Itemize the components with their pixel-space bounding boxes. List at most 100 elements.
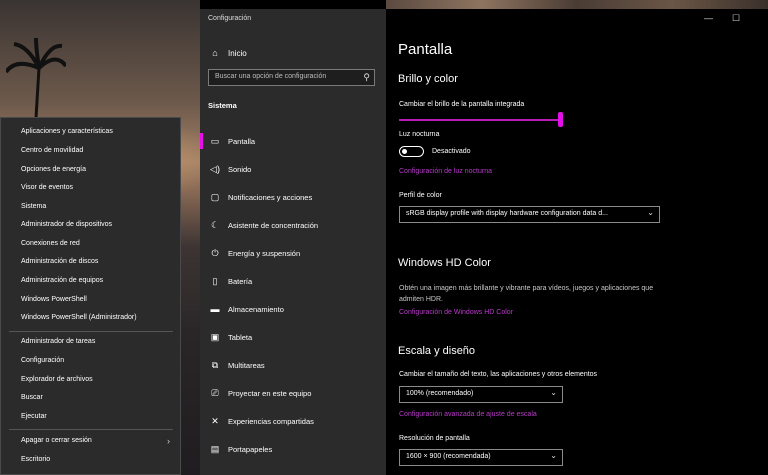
settings-search-input[interactable]: Buscar una opción de configuración ⚲ — [208, 69, 375, 86]
menu-item-file-explorer[interactable]: Explorador de archivos — [21, 371, 93, 389]
sidebar-item-7[interactable]: ▣ Tableta — [200, 323, 386, 351]
search-placeholder: Buscar una opción de configuración — [215, 73, 327, 80]
color-profile-dropdown[interactable]: sRGB display profile with display hardwa… — [399, 206, 660, 223]
sidebar-item-0[interactable]: ▭ Pantalla — [200, 127, 386, 155]
menu-item-run[interactable]: Ejecutar — [21, 408, 47, 426]
brightness-slider-track[interactable] — [399, 119, 561, 121]
scale-dropdown[interactable]: 100% (recomendado) ⌄ — [399, 386, 563, 403]
menu-separator — [9, 429, 173, 430]
night-light-toggle[interactable] — [399, 146, 424, 157]
nav-home-label: Inicio — [228, 48, 247, 58]
menu-item-shutdown-label: Apagar o cerrar sesión — [21, 437, 92, 444]
sidebar-item-label: Proyectar en este equipo — [228, 388, 312, 398]
menu-item-settings[interactable]: Configuración — [21, 352, 64, 370]
advanced-scaling-link[interactable]: Configuración avanzada de ajuste de esca… — [399, 411, 537, 418]
moon-icon: ☾ — [210, 219, 220, 230]
sidebar-item-4[interactable]: ⏻ Energía y suspensión — [200, 239, 386, 267]
scale-label: Cambiar el tamaño del texto, las aplicac… — [399, 371, 598, 378]
sidebar-item-label: Sonido — [228, 164, 252, 174]
menu-item-desktop[interactable]: Escritorio — [21, 451, 50, 469]
night-light-label: Luz nocturna — [399, 131, 440, 138]
night-light-state: Desactivado — [432, 148, 471, 155]
power-icon: ⏻ — [211, 247, 219, 258]
hd-color-settings-link[interactable]: Configuración de Windows HD Color — [399, 309, 513, 316]
storage-icon: ▬ — [210, 304, 220, 314]
shared-icon: ✕ — [211, 415, 219, 426]
menu-item-event-viewer[interactable]: Visor de eventos — [21, 179, 73, 197]
clipboard-icon: ▤ — [210, 443, 220, 454]
search-icon[interactable]: ⚲ — [363, 72, 370, 83]
hd-color-description: Obtén una imagen más brillante y vibrant… — [399, 285, 654, 303]
multitasking-icon: ⧉ — [211, 359, 219, 370]
brightness-section-title: Brillo y color — [398, 73, 458, 85]
maximize-button[interactable]: ☐ — [732, 13, 740, 24]
monitor-icon: ▭ — [210, 135, 220, 146]
menu-item-network-connections[interactable]: Conexiones de red — [21, 235, 80, 253]
sidebar-item-label: Almacenamiento — [228, 304, 284, 314]
resolution-value: 1600 × 900 (recomendada) — [406, 453, 491, 460]
sidebar-item-label: Batería — [228, 276, 253, 286]
app-title: Configuración — [208, 15, 252, 22]
night-light-settings-link[interactable]: Configuración de luz nocturna — [399, 168, 492, 175]
sidebar-item-label: Energía y suspensión — [228, 248, 301, 258]
chevron-down-icon: ⌄ — [550, 451, 557, 460]
nav-home[interactable]: ⌂ Inicio — [208, 45, 378, 61]
sidebar-item-6[interactable]: ▬ Almacenamiento — [200, 295, 386, 323]
hd-color-section-title: Windows HD Color — [398, 257, 491, 269]
resolution-label: Resolución de pantalla — [399, 435, 470, 442]
menu-item-system[interactable]: Sistema — [21, 198, 46, 216]
palm-tree-silhouette — [6, 38, 66, 118]
sidebar-item-label: Notificaciones y acciones — [228, 192, 313, 202]
menu-item-powershell[interactable]: Windows PowerShell — [21, 291, 87, 309]
sidebar-item-2[interactable]: ▢ Notificaciones y acciones — [200, 183, 386, 211]
tablet-icon: ▣ — [210, 331, 220, 342]
menu-item-power-options[interactable]: Opciones de energía — [21, 161, 86, 179]
sidebar-item-label: Experiencias compartidas — [228, 416, 314, 426]
battery-icon: ▯ — [212, 275, 218, 286]
menu-separator — [9, 331, 173, 332]
brightness-label: Cambiar el brillo de la pantalla integra… — [399, 101, 525, 108]
sidebar-item-label: Tableta — [228, 332, 253, 342]
home-icon: ⌂ — [212, 48, 218, 58]
chevron-down-icon: ⌄ — [647, 208, 654, 217]
settings-sidebar: Configuración ⌂ Inicio Buscar una opción… — [200, 9, 386, 475]
menu-item-shutdown[interactable]: Apagar o cerrar sesión › — [21, 432, 176, 450]
sidebar-item-5[interactable]: ▯ Batería — [200, 267, 386, 295]
menu-item-task-manager[interactable]: Administrador de tareas — [21, 333, 95, 351]
brightness-slider-thumb[interactable] — [558, 112, 563, 127]
chevron-right-icon: › — [167, 436, 170, 446]
sidebar-item-3[interactable]: ☾ Asistente de concentración — [200, 211, 386, 239]
sidebar-item-label: Portapapeles — [228, 444, 273, 454]
scale-value: 100% (recomendado) — [406, 390, 474, 397]
chevron-down-icon: ⌄ — [550, 388, 557, 397]
sidebar-item-9[interactable]: ⎚ Proyectar en este equipo — [200, 379, 386, 407]
sidebar-section-title: Sistema — [208, 101, 237, 110]
color-profile-label: Perfil de color — [399, 192, 442, 199]
sidebar-item-label: Pantalla — [228, 136, 256, 146]
sidebar-item-8[interactable]: ⧉ Multitareas — [200, 351, 386, 379]
sidebar-item-11[interactable]: ▤ Portapapeles — [200, 435, 386, 463]
speaker-icon: ◁) — [210, 163, 220, 174]
scale-section-title: Escala y diseño — [398, 345, 476, 357]
sidebar-item-10[interactable]: ✕ Experiencias compartidas — [200, 407, 386, 435]
menu-item-disk-management[interactable]: Administración de discos — [21, 253, 98, 271]
settings-content: — ☐ Pantalla Brillo y color Cambiar el b… — [386, 9, 768, 475]
minimize-button[interactable]: — — [704, 13, 713, 23]
menu-item-device-manager[interactable]: Administrador de dispositivos — [21, 216, 112, 234]
notification-icon: ▢ — [210, 191, 220, 202]
menu-item-apps-features[interactable]: Aplicaciones y características — [21, 123, 113, 141]
page-title: Pantalla — [398, 41, 453, 58]
menu-item-search[interactable]: Buscar — [21, 389, 43, 407]
desktop-wallpaper-strip — [386, 0, 768, 9]
sidebar-item-1[interactable]: ◁) Sonido — [200, 155, 386, 183]
toggle-knob — [402, 148, 407, 154]
quick-link-menu: Aplicaciones y características Centro de… — [0, 117, 181, 475]
sidebar-nav: ▭ Pantalla ◁) Sonido ▢ Notificaciones y accio… — [200, 127, 386, 463]
color-profile-value: sRGB display profile with display hardwa… — [406, 210, 608, 217]
menu-item-computer-management[interactable]: Administración de equipos — [21, 272, 103, 290]
sidebar-item-label: Asistente de concentración — [228, 220, 319, 230]
projector-icon: ⎚ — [211, 387, 219, 398]
menu-item-powershell-admin[interactable]: Windows PowerShell (Administrador) — [21, 309, 137, 327]
menu-item-mobility-center[interactable]: Centro de movilidad — [21, 142, 83, 160]
resolution-dropdown[interactable]: 1600 × 900 (recomendada) ⌄ — [399, 449, 563, 466]
